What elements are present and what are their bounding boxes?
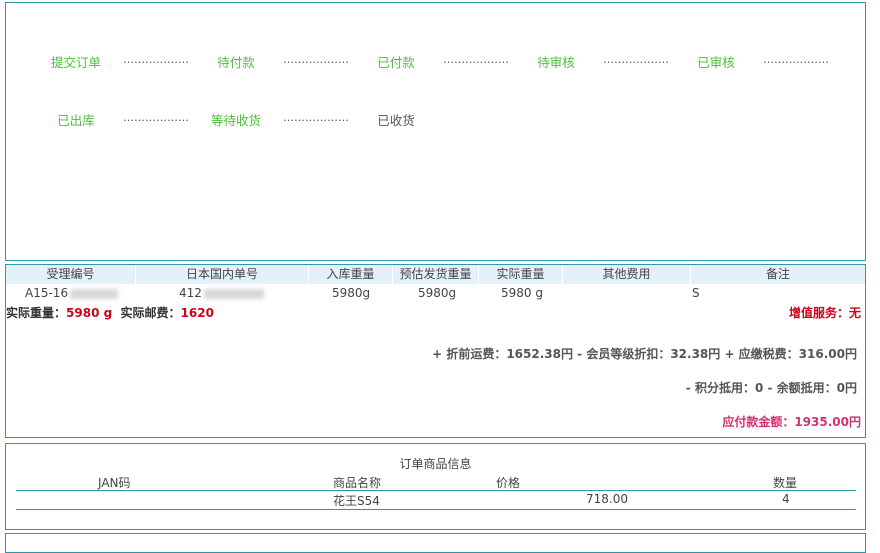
order-status-panel: 提交订单 ……………… 待付款 ……………… 已付款 ……………… 待审核 ……… [5,2,866,261]
value-added-service: 增值服务：无 [788,306,861,320]
fee-breakdown-line2: - 积分抵用：0 - 余额抵用：0円 [685,381,857,395]
weights-table-header: 受理编号 日本国内单号 入库重量 预估发货重量 实际重量 其他费用 备注 [6,265,865,284]
col-price: 价格 [496,476,521,490]
col-product-name: 商品名称 [333,476,382,490]
col-note: 备注 [765,267,790,281]
status-row-1: 提交订单 ……………… 待付款 ……………… 已付款 ……………… 待审核 ……… [6,53,865,73]
order-items-panel: 订单商品信息 JAN码 商品名称 价格 数量 花王S54 718.00 4 [5,443,866,530]
fee-breakdown-line1: + 折前运费：1652.38円 - 会员等级折扣：32.38円 + 应缴税费：3… [432,347,857,361]
total-due: 应付款金额：1935.00円 [722,415,861,429]
col-est-weight: 预估发货重量 [393,265,479,284]
cell-in-weight: 5980g [332,286,371,300]
divider [16,509,856,510]
col-accept-no: 受理编号 [6,265,136,284]
step-separator: ……………… [763,53,829,66]
actual-weight-value: 5980 g [66,306,113,320]
cell-price: 718.00 [586,492,628,506]
actual-postage-label: 实际邮费： [120,306,181,320]
domestic-no-text: 412 [179,286,202,300]
redacted-blur [203,288,264,299]
col-in-weight: 入库重量 [309,265,393,284]
col-actual-weight: 实际重量 [479,265,563,284]
weight-postage-summary: 实际重量：5980 g 实际邮费：1620 [6,304,214,321]
order-items-title: 订单商品信息 [399,457,472,471]
status-row-2: 已出库 ……………… 等待收货 ……………… 已收货 [6,111,865,131]
col-qty: 数量 [773,476,798,490]
actual-weight-label: 实际重量： [6,306,67,320]
next-panel [5,533,866,553]
cell-product-name: 花王S54 [333,494,380,508]
actual-postage-value: 1620 [180,306,214,320]
cell-qty: 4 [782,492,790,506]
accept-no-text: A15-16 [25,286,69,300]
cell-accept-no: A15-16 [25,284,119,302]
redacted-blur [70,288,119,299]
col-other-fee: 其他费用 [563,265,691,284]
col-domestic-no: 日本国内单号 [136,265,309,284]
cell-domestic-no: 412 [179,284,264,302]
cell-est-weight: 5980g [418,286,457,300]
step-received: 已收货 [377,113,415,128]
cell-note: S [692,286,700,300]
col-jan: JAN码 [98,476,131,490]
cell-actual-weight: 5980 g [501,286,543,300]
weights-panel: 受理编号 日本国内单号 入库重量 预估发货重量 实际重量 其他费用 备注 A15… [5,264,866,438]
divider [16,490,856,491]
